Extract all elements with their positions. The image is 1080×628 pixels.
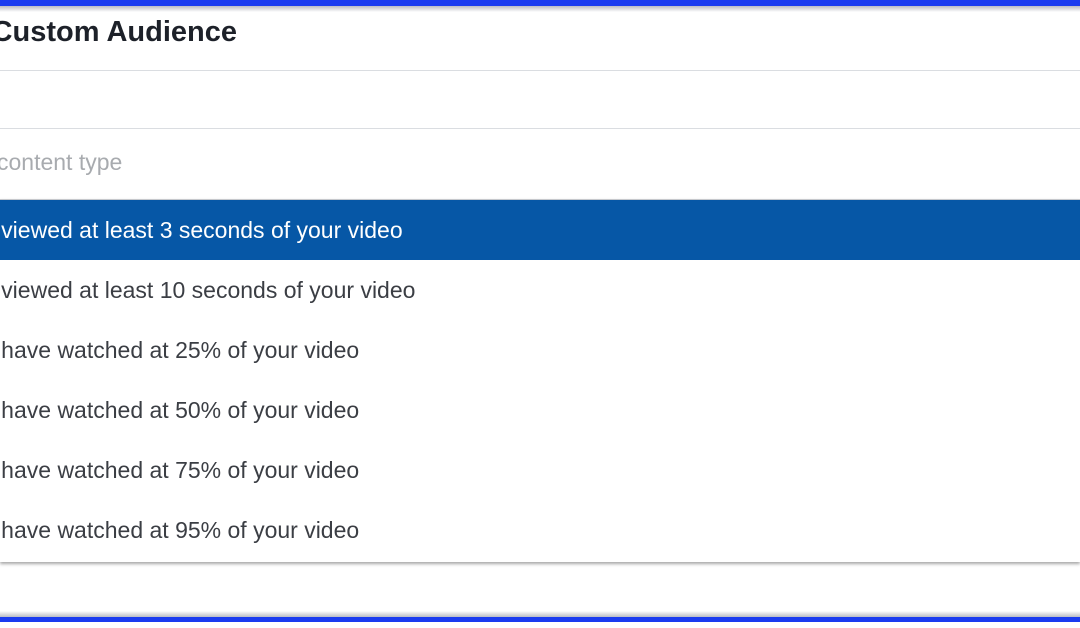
dialog-title: ent Custom Audience — [0, 16, 238, 48]
dropdown-option[interactable]: o have watched at 50% of your video — [0, 380, 1080, 440]
dropdown-option-label: o have watched at 50% of your video — [0, 397, 360, 423]
dropdown-option[interactable]: o have watched at 75% of your video — [0, 440, 1080, 500]
content-type-placeholder: content type — [0, 149, 123, 175]
dropdown-option-label: o viewed at least 10 seconds of your vid… — [0, 277, 416, 303]
content-type-input[interactable]: content type — [0, 130, 1080, 198]
dropdown-option[interactable]: o have watched at 25% of your video — [0, 320, 1080, 380]
frame-border-bottom — [0, 617, 1080, 622]
content-type-dropdown: o viewed at least 3 seconds of your vide… — [0, 199, 1080, 562]
dropdown-option-selected[interactable]: o viewed at least 3 seconds of your vide… — [0, 200, 1080, 260]
dropdown-option-label: o have watched at 95% of your video — [0, 517, 360, 543]
dropdown-option-label: o have watched at 25% of your video — [0, 337, 360, 363]
dropdown-option[interactable]: o viewed at least 10 seconds of your vid… — [0, 260, 1080, 320]
title-divider — [0, 70, 1080, 71]
dropdown-option[interactable]: o have watched at 95% of your video — [0, 500, 1080, 560]
dropdown-option-label: o have watched at 75% of your video — [0, 457, 360, 483]
screenshot-frame: ent Custom Audience content type o viewe… — [0, 0, 1080, 628]
field-divider — [0, 128, 1080, 129]
dropdown-option-label: o viewed at least 3 seconds of your vide… — [0, 217, 403, 243]
